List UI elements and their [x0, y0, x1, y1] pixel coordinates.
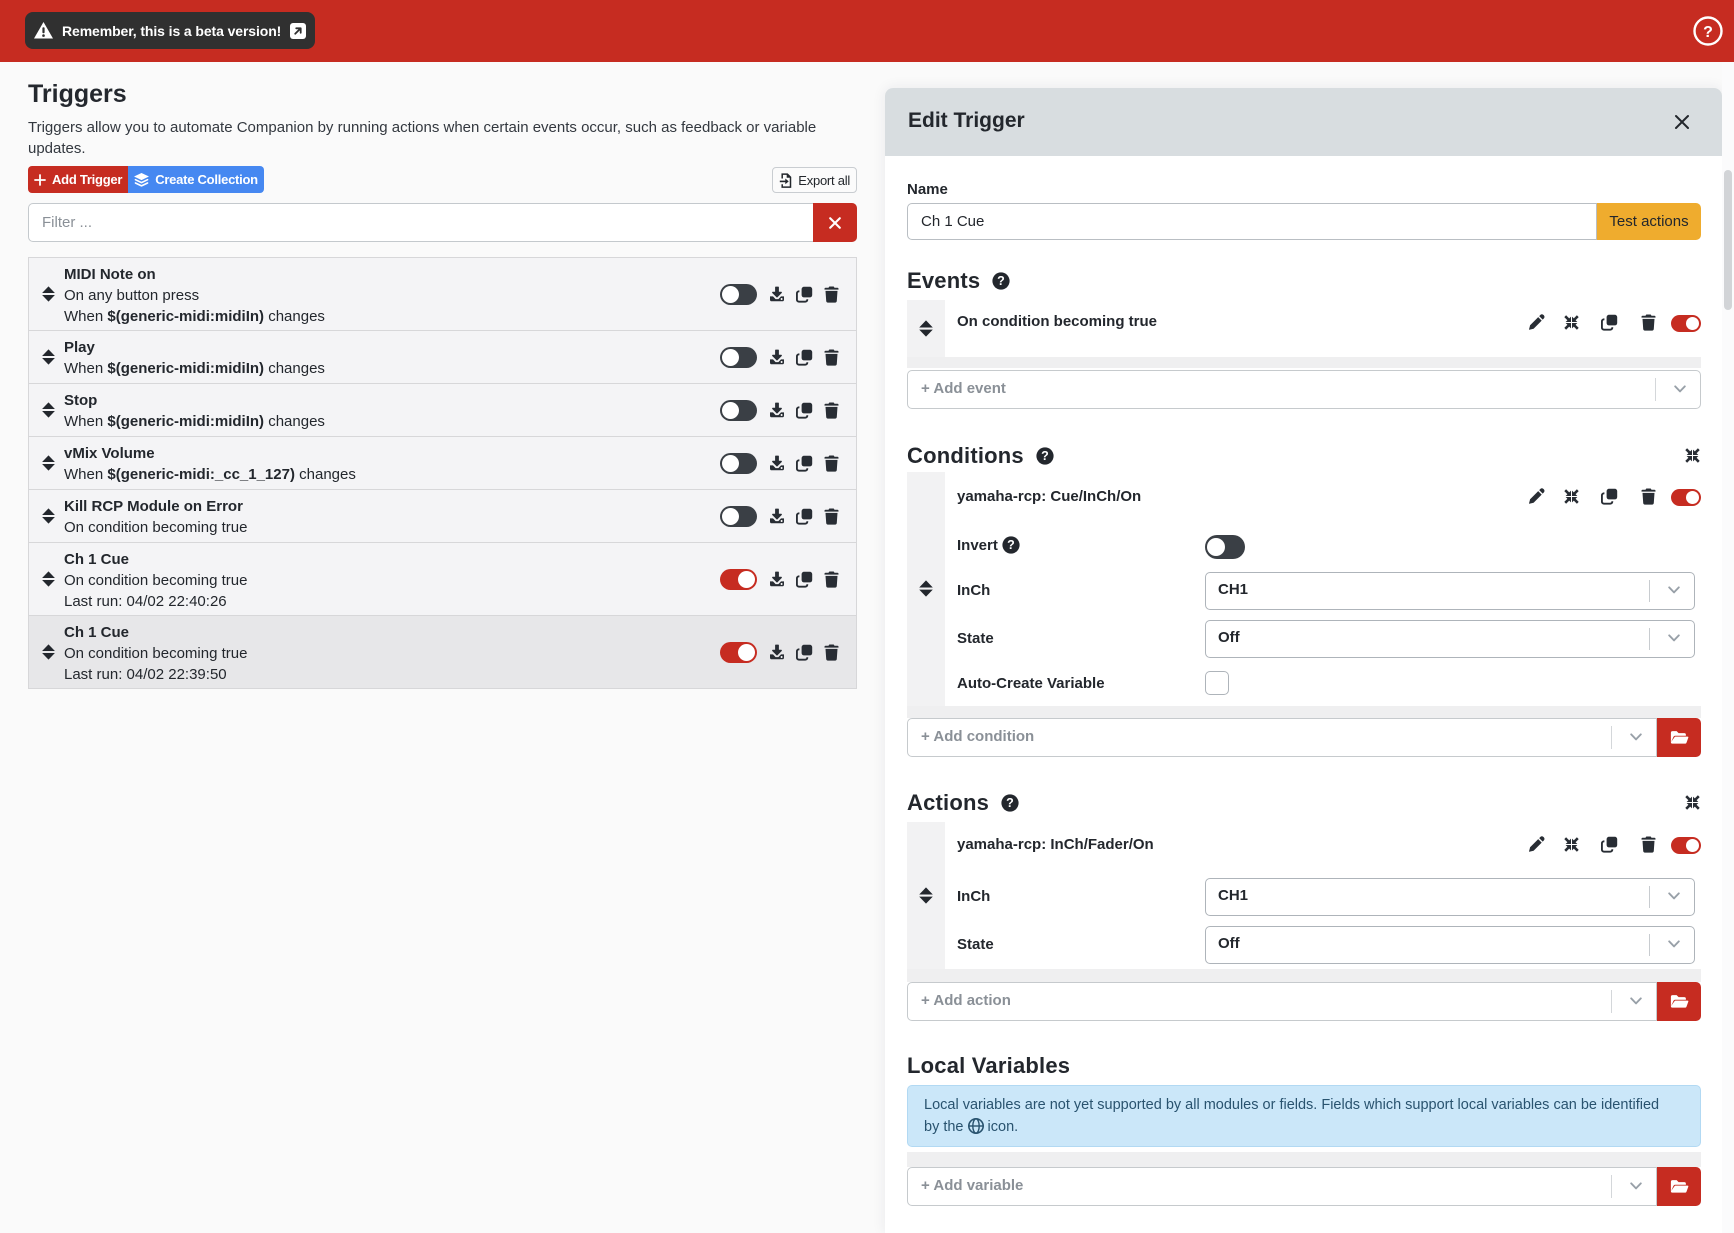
- svg-text:?: ?: [1703, 24, 1713, 41]
